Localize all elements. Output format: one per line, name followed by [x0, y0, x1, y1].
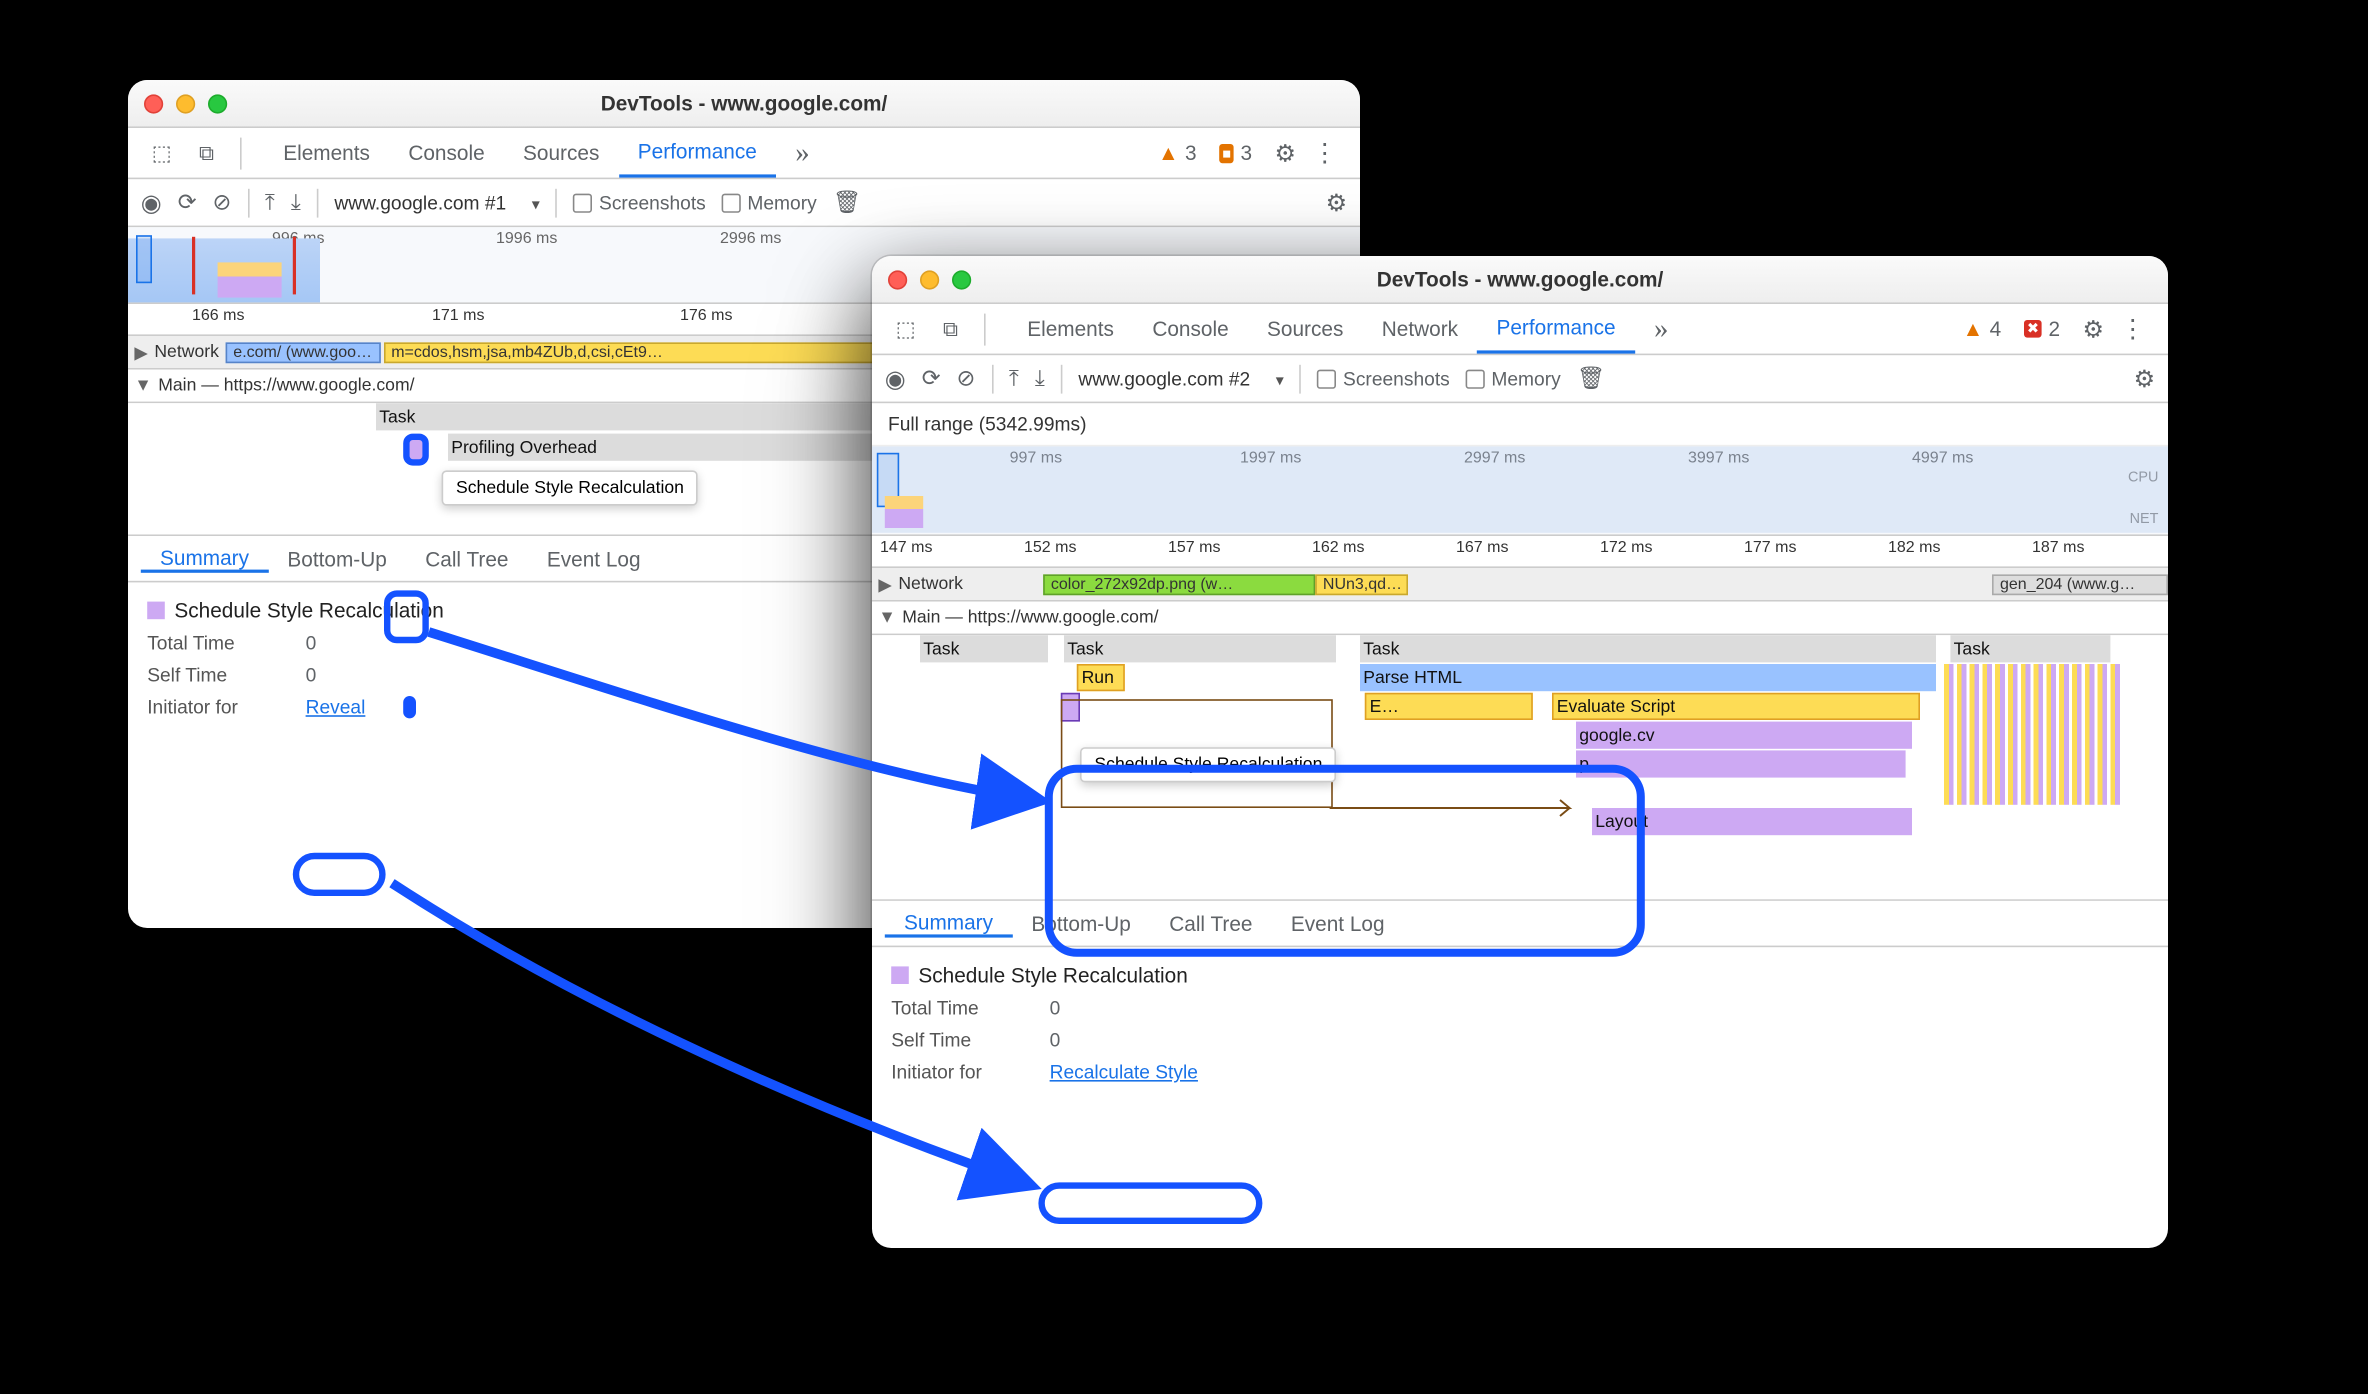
clear-button[interactable]: ⊘ — [213, 189, 232, 216]
reload-button[interactable]: ⟳ — [922, 365, 941, 392]
inspect-icon[interactable]: ⬚ — [885, 308, 927, 350]
titlebar: DevTools - www.google.com/ — [128, 80, 1360, 128]
event-title: Schedule Style Recalculation — [891, 963, 2149, 987]
errors-badge[interactable]: ✖2 — [2024, 317, 2067, 341]
screenshots-checkbox[interactable]: Screenshots — [573, 191, 705, 213]
inspect-icon[interactable]: ⬚ — [141, 132, 183, 174]
maximize-icon[interactable] — [952, 270, 971, 289]
perf-gear-icon[interactable] — [1326, 188, 1348, 217]
screenshots-checkbox[interactable]: Screenshots — [1317, 367, 1449, 389]
close-icon[interactable] — [144, 94, 163, 113]
gc-icon[interactable]: 🗑 — [833, 189, 861, 216]
tab-summary[interactable]: Summary — [141, 545, 268, 572]
issues-badge[interactable]: ■3 — [1219, 141, 1258, 165]
tab-console[interactable]: Console — [1133, 304, 1248, 354]
target-select[interactable]: www.google.com #2 — [1078, 367, 1283, 389]
tab-elements[interactable]: Elements — [1008, 304, 1133, 354]
download-icon[interactable]: ⤓ — [1035, 365, 1045, 392]
upload-icon[interactable]: ⤒ — [265, 189, 275, 216]
tab-performance[interactable]: Performance — [619, 128, 776, 178]
gear-icon[interactable] — [2082, 314, 2104, 343]
tab-calltree[interactable]: Call Tree — [1150, 911, 1272, 935]
devtools-window-after: DevTools - www.google.com/ ⬚ ⧉ Elements … — [872, 256, 2168, 1248]
kebab-icon[interactable] — [2120, 313, 2146, 345]
upload-icon[interactable]: ⤒ — [1009, 365, 1019, 392]
tabs-overflow[interactable] — [1635, 304, 1688, 354]
tab-console[interactable]: Console — [389, 128, 504, 178]
tab-performance[interactable]: Performance — [1477, 304, 1634, 354]
recalculate-style-link[interactable]: Recalculate Style — [1050, 1061, 1198, 1083]
tab-calltree[interactable]: Call Tree — [406, 546, 528, 570]
detail-tabs: Summary Bottom-Up Call Tree Event Log — [872, 899, 2168, 947]
minimize-icon[interactable] — [176, 94, 195, 113]
event-swatch-icon — [147, 602, 165, 620]
selected-event[interactable] — [403, 434, 429, 466]
event-swatch-icon — [891, 966, 909, 984]
tab-bottomup[interactable]: Bottom-Up — [1012, 911, 1150, 935]
main-tabbar: ⬚ ⧉ Elements Console Sources Performance… — [128, 128, 1360, 179]
clear-button[interactable]: ⊘ — [957, 365, 976, 392]
perf-toolbar: ⟳ ⊘ ⤒ ⤓ www.google.com #1 Screenshots Me… — [128, 179, 1360, 227]
device-icon[interactable]: ⧉ — [186, 132, 228, 174]
tab-network[interactable]: Network — [1363, 304, 1478, 354]
download-icon[interactable]: ⤓ — [291, 189, 301, 216]
window-title: DevTools - www.google.com/ — [128, 91, 1360, 115]
network-track-header[interactable]: ▶Network color_272x92dp.png (w… NUn3,qd…… — [872, 568, 2168, 602]
flame-tooltip: Schedule Style Recalculation — [442, 470, 699, 505]
minimize-icon[interactable] — [920, 270, 939, 289]
tab-sources[interactable]: Sources — [504, 128, 619, 178]
flame-chart[interactable]: Task Task Task Task Run Parse HTML E… Ev… — [872, 635, 2168, 899]
tabs-overflow[interactable] — [776, 128, 829, 178]
tab-elements[interactable]: Elements — [264, 128, 389, 178]
reveal-link[interactable]: Reveal — [306, 696, 366, 718]
record-button[interactable] — [885, 364, 906, 393]
tab-eventlog[interactable]: Event Log — [1272, 911, 1404, 935]
time-ruler[interactable]: 147 ms 152 ms 157 ms 162 ms 167 ms 172 m… — [872, 536, 2168, 568]
maximize-icon[interactable] — [208, 94, 227, 113]
tab-sources[interactable]: Sources — [1248, 304, 1363, 354]
memory-checkbox[interactable]: Memory — [1466, 367, 1561, 389]
tab-eventlog[interactable]: Event Log — [528, 546, 660, 570]
target-select[interactable]: www.google.com #1 — [334, 191, 539, 213]
flame-tooltip: Schedule Style Recalculation — [1080, 747, 1337, 782]
gear-icon[interactable] — [1274, 138, 1296, 167]
warnings-badge[interactable]: ▲4 — [1963, 317, 2008, 341]
gc-icon[interactable]: 🗑 — [1577, 365, 1605, 392]
overview-minimap[interactable]: 997 ms 1997 ms 2997 ms 3997 ms 4997 ms C… — [872, 446, 2168, 536]
summary-panel: Schedule Style Recalculation Total Time0… — [872, 947, 2168, 1099]
range-label: Full range (5342.99ms) — [872, 403, 2168, 446]
record-button[interactable] — [141, 188, 162, 217]
window-title: DevTools - www.google.com/ — [872, 267, 2168, 291]
main-tabbar: ⬚ ⧉ Elements Console Sources Network Per… — [872, 304, 2168, 355]
close-icon[interactable] — [888, 270, 907, 289]
tab-summary[interactable]: Summary — [885, 910, 1012, 937]
device-icon[interactable]: ⧉ — [930, 308, 972, 350]
perf-gear-icon[interactable] — [2134, 364, 2156, 393]
titlebar: DevTools - www.google.com/ — [872, 256, 2168, 304]
warnings-badge[interactable]: ▲3 — [1158, 141, 1203, 165]
kebab-icon[interactable] — [1312, 137, 1338, 169]
tab-bottomup[interactable]: Bottom-Up — [268, 546, 406, 570]
perf-toolbar: ⟳ ⊘ ⤒ ⤓ www.google.com #2 Screenshots Me… — [872, 355, 2168, 403]
reload-button[interactable]: ⟳ — [178, 189, 197, 216]
memory-checkbox[interactable]: Memory — [722, 191, 817, 213]
main-track-header[interactable]: ▼Main — https://www.google.com/ — [872, 602, 2168, 636]
